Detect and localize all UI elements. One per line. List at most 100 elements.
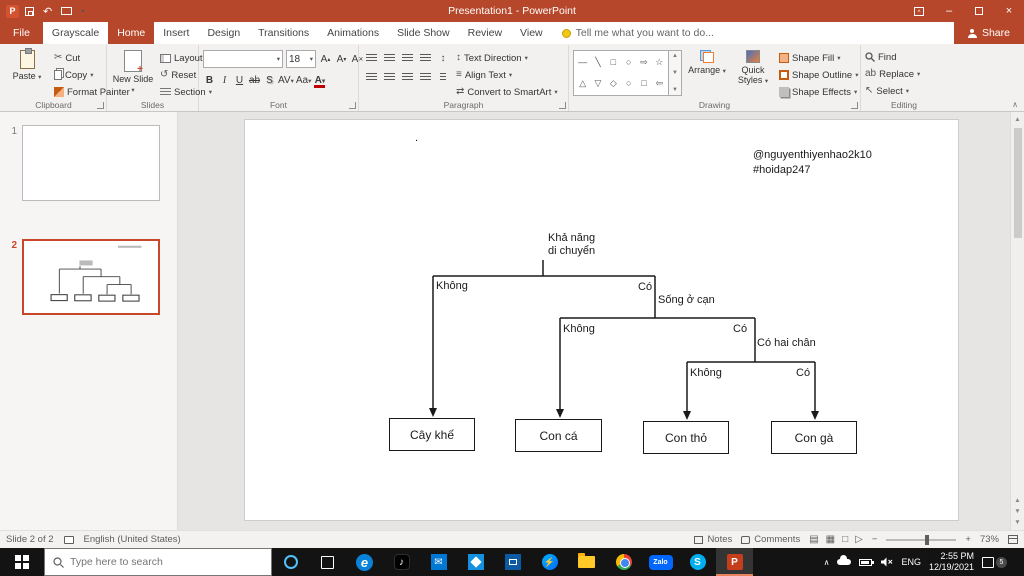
align-text-button[interactable]: ≡ Align Text ▾ [456,68,558,82]
language-button[interactable]: ENG [901,557,921,567]
language-indicator[interactable]: English (United States) [84,534,181,545]
shape-line-icon[interactable]: — [578,58,587,67]
show-hidden-icons-button[interactable]: ∧ [824,558,830,567]
branch1-no-label[interactable]: Không [436,280,468,292]
shapes-scroll-up[interactable]: ▲ [672,53,678,59]
tab-view[interactable]: View [511,22,552,44]
branch2-no-label[interactable]: Không [563,323,595,335]
shape-rectangle-icon[interactable]: □ [611,58,616,67]
scrollbar-thumb[interactable] [1013,128,1022,238]
reading-view-button[interactable]: □ [842,534,848,545]
branch-two-legs-label[interactable]: Có hai chân [757,337,816,349]
bullets-button[interactable] [363,51,379,66]
align-left-button[interactable] [363,70,379,85]
tree-root-label[interactable]: Khả năng di chuyển [548,232,595,258]
font-size-input[interactable] [289,53,310,65]
slide-counter[interactable]: Slide 2 of 2 [6,534,54,545]
new-slide-button[interactable]: New Slide ▾ [111,48,155,96]
increase-indent-button[interactable] [417,51,433,66]
slide-2-preview[interactable] [22,239,160,315]
taskbar-app-edge[interactable]: e [346,548,383,576]
shape-diagonal-icon[interactable]: ╲ [595,58,600,67]
text-shadow-button[interactable]: S [263,73,276,88]
shape-circle-icon[interactable]: ○ [626,79,631,88]
action-center-button[interactable]: 5 [982,556,1007,568]
character-spacing-button[interactable]: AV ▾ [278,73,294,88]
shapes-scroll-down[interactable]: ▼ [672,70,678,76]
minimize-button[interactable]: – [934,0,964,22]
italic-button[interactable]: I [218,73,231,88]
zoom-level[interactable]: 73% [980,534,999,545]
branch1-yes-label[interactable]: Có [638,281,652,293]
quick-styles-button[interactable]: Quick Styles ▾ [732,48,774,87]
decrease-font-size-button[interactable]: A ▾ [335,52,348,67]
branch3-yes-label[interactable]: Có [796,367,810,379]
cortana-button[interactable] [272,548,309,576]
close-button[interactable]: × [994,0,1024,22]
bold-button[interactable]: B [203,73,216,88]
tab-file[interactable]: File [0,22,43,44]
shape-outline-button[interactable]: Shape Outline ▾ [779,68,858,82]
slide-1-thumbnail[interactable]: 1 [6,125,165,201]
tab-review[interactable]: Review [459,22,511,44]
select-button[interactable]: ↖ Select ▾ [865,84,920,98]
slide-editing-surface[interactable]: . @nguyenthiyenhao2k10 #hoidap247 Khả nă… [245,120,958,520]
zoom-in-button[interactable]: + [965,534,971,545]
tab-slide-show[interactable]: Slide Show [388,22,459,44]
shape-diamond-icon[interactable]: ◇ [610,79,617,88]
justify-button[interactable] [417,70,433,85]
slide-1-preview[interactable] [22,125,160,201]
scroll-up-arrow[interactable]: ▲ [1014,114,1020,125]
normal-view-button[interactable]: ▤ [809,534,818,545]
task-view-button[interactable] [309,548,346,576]
taskbar-app-mail[interactable]: ✉ [420,548,457,576]
columns-button[interactable] [435,70,451,85]
taskbar-app-file-explorer[interactable] [568,548,605,576]
align-right-button[interactable] [399,70,415,85]
paragraph-dialog-launcher[interactable] [559,102,566,109]
collapse-ribbon-button[interactable]: ∧ [1012,100,1018,109]
font-dialog-launcher[interactable] [349,102,356,109]
font-color-button[interactable]: A ▾ [313,73,326,88]
maximize-button[interactable] [964,0,994,22]
volume-muted-icon[interactable] [880,557,893,567]
shape-triangle-down-icon[interactable]: ▽ [595,79,602,88]
taskbar-app-store[interactable] [494,548,531,576]
increase-font-size-button[interactable]: A ▴ [319,52,332,67]
taskbar-app-skype[interactable]: S [679,548,716,576]
taskbar-app-photos[interactable] [457,548,494,576]
shape-triangle-icon[interactable]: △ [579,79,586,88]
leaf-box-starfruit-tree[interactable]: Cây khế [389,418,475,451]
leaf-box-chicken[interactable]: Con gà [771,421,857,454]
shapes-more-button[interactable]: ▼ [672,87,678,93]
next-slide-button[interactable]: ▼ [1014,506,1020,517]
start-slideshow-button[interactable] [61,7,73,15]
taskbar-app-chrome[interactable] [605,548,642,576]
decrease-indent-button[interactable] [399,51,415,66]
replace-button[interactable]: ab Replace ▾ [865,67,920,81]
shape-fill-button[interactable]: Shape Fill ▾ [779,51,858,65]
taskbar-app-tiktok[interactable]: ♪ [383,548,420,576]
search-input[interactable] [70,556,263,568]
start-button[interactable] [0,548,44,576]
scroll-down-arrow[interactable]: ▼ [1014,517,1020,528]
taskbar-app-powerpoint[interactable]: P [716,548,753,576]
vertical-scrollbar[interactable]: ▲ ▲ ▼ ▼ [1010,112,1024,530]
shape-ellipse-icon[interactable]: ○ [626,58,631,67]
taskbar-app-zalo[interactable]: Zalo [642,548,679,576]
battery-icon[interactable] [859,558,875,566]
onedrive-icon[interactable] [837,555,852,565]
paste-button[interactable]: Paste ▾ [5,48,49,83]
customize-quick-access-button[interactable]: ▾ [81,7,84,15]
shape-arrow-right-icon[interactable]: ⇨ [640,58,648,67]
strikethrough-button[interactable]: ab [248,73,261,88]
line-spacing-button[interactable]: ↕ [435,51,451,66]
font-name-input[interactable] [206,53,277,65]
underline-button[interactable]: U [233,73,246,88]
text-direction-button[interactable]: ↕ Text Direction ▾ [456,51,558,65]
proofing-icon[interactable] [63,535,74,544]
leaf-box-fish[interactable]: Con cá [515,419,602,452]
slide-sorter-view-button[interactable]: ▦ [826,534,835,545]
tab-home[interactable]: Home [108,22,155,44]
save-button[interactable] [25,6,34,16]
